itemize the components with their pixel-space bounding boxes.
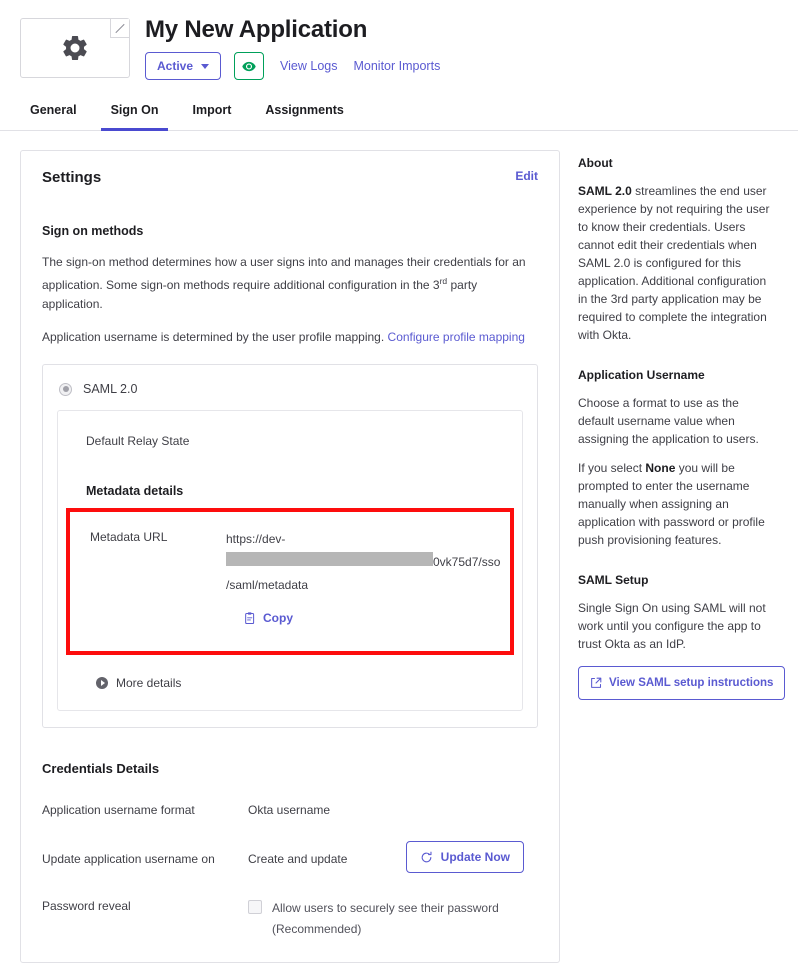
view-logs-link[interactable]: View Logs	[280, 58, 337, 74]
about-panel: About SAML 2.0 streamlines the end user …	[578, 150, 786, 700]
gear-icon	[63, 35, 87, 60]
tab-general[interactable]: General	[20, 97, 87, 131]
app-status-dropdown[interactable]: Active	[145, 52, 222, 80]
update-username-on-label: Update application username on	[42, 852, 215, 866]
about-saml-setup-text: Single Sign On using SAML will not work …	[578, 601, 766, 651]
edit-settings-link[interactable]: Edit	[515, 169, 538, 183]
password-reveal-control: Allow users to securely see their passwo…	[248, 898, 538, 940]
update-now-label: Update Now	[440, 850, 510, 864]
tab-bar: General Sign On Import Assignments	[0, 97, 798, 131]
okta-eye-icon	[242, 61, 256, 71]
metadata-url-row: Metadata URL https://dev- 0vk75d7/sso /s…	[90, 528, 500, 633]
metadata-url-line-1: https://dev-	[226, 532, 286, 546]
username-format-value: Okta username	[248, 803, 331, 817]
settings-title: Settings	[42, 169, 102, 186]
saml-config-panel: Default Relay State Metadata details Met…	[57, 410, 523, 711]
view-saml-setup-instructions-button[interactable]: View SAML setup instructions	[578, 666, 786, 700]
about-saml-paragraph: SAML 2.0 streamlines the end user experi…	[578, 182, 777, 344]
tab-assignments[interactable]: Assignments	[255, 97, 354, 131]
page-header: My New Application Active View Logs Moni…	[0, 0, 798, 80]
password-reveal-text-line-1: Allow users to securely see their passwo…	[272, 901, 499, 915]
password-reveal-checkbox-text: Allow users to securely see their passwo…	[272, 898, 499, 940]
monitor-imports-link[interactable]: Monitor Imports	[353, 58, 440, 74]
header-controls: Active View Logs Monitor Imports	[145, 52, 778, 80]
update-now-button[interactable]: Update Now	[405, 841, 524, 873]
username-mapping-sentence: Application username is determined by th…	[42, 330, 385, 344]
credentials-row-password-reveal: Password reveal Allow users to securely …	[42, 898, 538, 940]
page-title: My New Application	[145, 16, 368, 43]
chevron-right-circle-icon	[96, 677, 108, 689]
metadata-details-heading: Metadata details	[86, 484, 184, 498]
chevron-down-icon	[201, 63, 210, 69]
content-area: Settings Edit Sign on methods The sign-o…	[0, 131, 798, 963]
external-link-icon	[591, 677, 602, 688]
about-none-prefix: If you select	[578, 461, 646, 475]
configure-profile-mapping-link[interactable]: Configure profile mapping	[388, 330, 525, 344]
about-saml-setup-heading: SAML Setup	[578, 573, 649, 587]
saml-method-row[interactable]: SAML 2.0	[57, 379, 523, 397]
metadata-url-label: Metadata URL	[90, 530, 168, 544]
credentials-details-heading: Credentials Details	[42, 761, 160, 776]
credentials-row-username-format: Application username format Okta usernam…	[42, 802, 538, 819]
app-preview-button[interactable]	[234, 52, 265, 80]
tab-sign-on[interactable]: Sign On	[100, 97, 169, 131]
header-right: My New Application Active View Logs Moni…	[145, 16, 778, 80]
more-details-toggle[interactable]: More details	[96, 676, 494, 690]
password-reveal-checkbox-row[interactable]: Allow users to securely see their passwo…	[248, 898, 538, 940]
about-saml-bold: SAML 2.0	[578, 184, 632, 198]
password-reveal-label: Password reveal	[42, 899, 131, 913]
redaction-bar	[226, 552, 433, 566]
username-format-label: Application username format	[42, 803, 195, 817]
settings-header: Settings Edit	[42, 169, 538, 187]
clipboard-icon	[245, 612, 255, 625]
more-details-label: More details	[116, 676, 182, 690]
about-application-username-heading: Application Username	[578, 368, 705, 382]
copy-label: Copy	[263, 611, 293, 625]
password-reveal-checkbox[interactable]	[248, 900, 262, 914]
sign-on-methods-heading: Sign on methods	[42, 224, 144, 238]
settings-card: Settings Edit Sign on methods The sign-o…	[20, 150, 560, 963]
username-mapping-note: Application username is determined by th…	[42, 328, 538, 347]
tab-import[interactable]: Import	[182, 97, 241, 131]
credentials-row-update-on: Update application username on Create an…	[42, 841, 538, 873]
about-saml-text: streamlines the end user experience by n…	[578, 184, 770, 342]
default-relay-state-label: Default Relay State	[86, 434, 190, 448]
saml-method-label: SAML 2.0	[83, 382, 138, 396]
main-column: Settings Edit Sign on methods The sign-o…	[20, 150, 560, 963]
update-username-on-value: Create and update	[248, 852, 348, 866]
metadata-url-highlight: Metadata URL https://dev- 0vk75d7/sso /s…	[66, 508, 514, 655]
sign-on-methods-description: The sign-on method determines how a user…	[42, 253, 538, 314]
about-none-paragraph: If you select None you will be prompted …	[578, 459, 777, 549]
metadata-url-value: https://dev- 0vk75d7/sso /saml/metadata	[226, 528, 500, 633]
about-title: About	[578, 156, 613, 170]
app-status-label: Active	[157, 59, 194, 73]
about-none-bold: None	[645, 461, 676, 475]
view-saml-setup-instructions-label: View SAML setup instructions	[609, 677, 774, 689]
saml-radio-selected[interactable]	[59, 382, 72, 396]
refresh-icon	[421, 851, 432, 862]
password-reveal-text-line-2: (Recommended)	[272, 922, 362, 936]
edit-pencil-corner-icon[interactable]	[110, 19, 129, 38]
about-application-username-text: Choose a format to use as the default us…	[578, 396, 759, 446]
sign-on-method-box: SAML 2.0 Default Relay State Metadata de…	[42, 364, 538, 728]
metadata-url-line-3: /saml/metadata	[226, 578, 309, 592]
app-logo[interactable]	[20, 18, 130, 78]
copy-metadata-url-button[interactable]: Copy	[244, 607, 293, 630]
